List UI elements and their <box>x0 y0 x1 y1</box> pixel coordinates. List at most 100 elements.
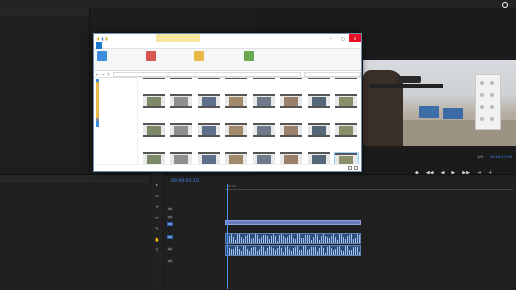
type-tool-icon[interactable]: T <box>156 248 158 253</box>
video-file-icon <box>142 78 165 79</box>
file-name <box>306 80 331 89</box>
video-file-icon <box>225 123 247 137</box>
track-header-a1[interactable]: A1 <box>163 233 225 241</box>
file-item[interactable] <box>196 94 221 121</box>
playhead[interactable] <box>227 184 228 289</box>
video-clip[interactable] <box>225 220 361 225</box>
file-name <box>141 80 166 89</box>
ruler-tick: 00:00 <box>227 184 236 188</box>
file-item[interactable] <box>251 123 276 150</box>
effects-panel <box>0 174 150 290</box>
file-item[interactable] <box>306 78 331 92</box>
video-file-icon <box>252 78 275 79</box>
zoom-select[interactable]: 1/4 <box>477 155 483 159</box>
file-item[interactable] <box>141 94 166 121</box>
video-preview[interactable] <box>363 60 516 146</box>
selection-tool-icon[interactable]: ▸ <box>156 182 158 187</box>
file-item[interactable] <box>196 78 221 92</box>
logo-icon <box>502 1 508 8</box>
timeline-timecode[interactable]: 00:00:01:15 <box>171 179 199 184</box>
video-file-icon <box>170 123 192 137</box>
file-name <box>224 109 249 118</box>
file-item[interactable] <box>279 94 304 121</box>
file-name <box>306 138 331 147</box>
file-item[interactable] <box>224 94 249 121</box>
pin-icon[interactable] <box>97 51 107 61</box>
video-file-icon <box>307 123 330 137</box>
file-item[interactable] <box>334 78 359 92</box>
file-item[interactable] <box>279 123 304 150</box>
track-tag[interactable]: V2 <box>167 215 173 219</box>
new-folder-icon[interactable] <box>194 51 204 61</box>
file-item[interactable] <box>141 123 166 150</box>
timeline-ruler[interactable]: 00:00 <box>225 184 513 190</box>
file-item[interactable] <box>169 94 194 121</box>
file-item[interactable] <box>224 78 249 92</box>
large-icons-view-icon[interactable] <box>354 166 358 170</box>
maximize-button[interactable]: □ <box>337 34 349 42</box>
track-header-v3[interactable]: V3 <box>163 205 225 213</box>
new-folder-icon[interactable]: ▮ <box>105 36 107 41</box>
tab-file[interactable] <box>96 41 102 49</box>
file-item[interactable] <box>251 78 276 92</box>
details-view-icon[interactable] <box>348 166 352 170</box>
file-name <box>251 109 276 118</box>
up-arrow-icon[interactable]: ↑ <box>107 72 110 77</box>
file-item[interactable] <box>334 94 359 121</box>
slip-tool-icon[interactable]: ↔ <box>155 215 158 220</box>
file-item[interactable] <box>224 123 249 150</box>
timeline-panel: 00:00:01:15 00:00 V3 V2 V1 A1 A2 A3 <box>163 174 516 290</box>
address-bar[interactable] <box>113 71 301 77</box>
file-item[interactable] <box>306 123 331 150</box>
file-name <box>279 109 304 118</box>
nav-item[interactable] <box>96 124 135 127</box>
back-arrow-icon[interactable]: ← <box>96 72 99 77</box>
track-tag[interactable]: A2 <box>167 247 173 251</box>
pen-tool-icon[interactable]: ✎ <box>155 226 158 231</box>
file-name <box>251 80 276 89</box>
file-item[interactable] <box>251 94 276 121</box>
file-item[interactable] <box>169 123 194 150</box>
video-file-icon <box>197 123 220 137</box>
file-name <box>169 80 194 89</box>
file-item[interactable] <box>279 78 304 92</box>
ribbon <box>94 49 361 71</box>
program-timecode: 00:00:17:05 <box>490 155 512 159</box>
hand-tool-icon[interactable]: ✋ <box>155 237 160 242</box>
track-select-tool-icon[interactable]: ⇔ <box>155 193 158 198</box>
navigation-pane <box>94 78 138 165</box>
file-name <box>141 138 166 147</box>
tools-panel: ▸ ⇔ ✦ ↔ ✎ ✋ T <box>152 174 162 290</box>
track-tag[interactable]: A3 <box>167 259 173 263</box>
file-item[interactable] <box>334 123 359 150</box>
file-item[interactable] <box>306 94 331 121</box>
file-item[interactable] <box>169 78 194 92</box>
ribbon-tabs <box>94 41 361 49</box>
file-name <box>169 109 194 118</box>
file-name <box>141 109 166 118</box>
track-tag[interactable]: V3 <box>167 207 173 211</box>
file-name <box>224 138 249 147</box>
properties-icon[interactable] <box>244 51 254 61</box>
explorer-titlebar[interactable]: ▮ ▮ ▮ – □ ✕ <box>94 34 361 42</box>
file-name <box>334 138 359 147</box>
audio-clip[interactable] <box>225 245 361 256</box>
minimize-button[interactable]: – <box>325 34 337 42</box>
file-name <box>306 109 331 118</box>
track-header-a2[interactable]: A2 <box>163 245 225 253</box>
track-tag[interactable]: V1 <box>167 222 173 226</box>
track-header-v1[interactable]: V1 <box>163 220 225 228</box>
track-header-a3[interactable]: A3 <box>163 257 225 265</box>
file-name <box>334 80 359 89</box>
forward-arrow-icon[interactable]: → <box>101 72 104 77</box>
close-button[interactable]: ✕ <box>349 34 361 42</box>
delete-icon[interactable] <box>146 51 156 61</box>
file-item[interactable] <box>196 123 221 150</box>
search-input[interactable] <box>303 71 361 77</box>
file-item[interactable] <box>141 78 166 92</box>
ripple-tool-icon[interactable]: ✦ <box>155 204 158 209</box>
properties-icon[interactable]: ▮ <box>101 36 103 41</box>
video-file-icon <box>280 78 302 79</box>
track-tag[interactable]: A1 <box>167 235 173 239</box>
audio-clip[interactable] <box>225 233 361 244</box>
